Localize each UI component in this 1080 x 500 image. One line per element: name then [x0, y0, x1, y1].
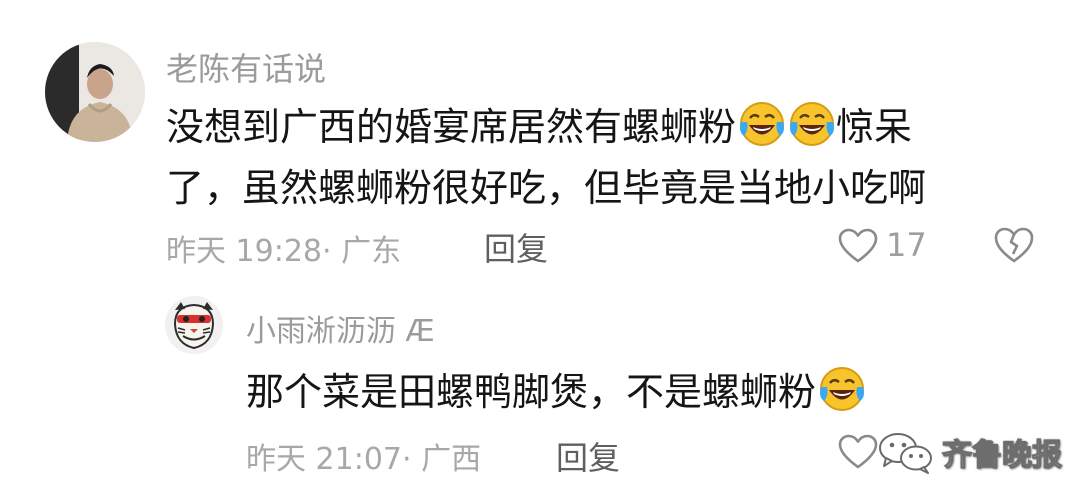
comment-text-line-2: 了，虽然螺蛳粉很好吃，但毕竟是当地小吃啊: [166, 166, 927, 210]
reply-avatar[interactable]: [165, 296, 223, 354]
broken-heart-icon[interactable]: [994, 226, 1034, 264]
laughing-crying-emoji-icon: [790, 102, 835, 146]
comment-username[interactable]: 老陈有话说: [166, 44, 326, 90]
laughing-crying-emoji-icon: [820, 367, 865, 411]
reply-text-line: 那个菜是田螺鸭脚煲，不是螺蛳粉: [246, 360, 866, 424]
comment-text-suffix: 惊呆: [836, 105, 913, 149]
tiger-avatar-image: [165, 296, 223, 354]
reply-timestamp-location: 昨天 21:07· 广西: [246, 442, 482, 477]
watermark-text: 齐鲁晚报: [941, 437, 1062, 473]
reply-username[interactable]: 小雨淅沥沥 Æ: [246, 306, 435, 350]
reply-button[interactable]: 回复: [556, 433, 620, 479]
like-count: 17: [886, 226, 927, 264]
heart-outline-icon[interactable]: [838, 434, 878, 470]
laughing-crying-emoji-icon: [740, 102, 785, 146]
comment-text: 没想到广西的婚宴席居然有螺蛳粉: [166, 105, 737, 149]
avatar[interactable]: [45, 42, 145, 142]
watermark: 齐鲁晚报: [878, 428, 1063, 476]
comment-timestamp-location: 昨天 19:28· 广东: [166, 234, 402, 269]
avatar-person-image: [45, 42, 145, 142]
reply-button[interactable]: 回复: [484, 224, 548, 270]
heart-outline-icon[interactable]: [838, 228, 878, 264]
reply-text: 那个菜是田螺鸭脚煲，不是螺蛳粉: [246, 370, 817, 414]
comment-text-line-1: 没想到广西的婚宴席居然有螺蛳粉 惊呆: [166, 95, 912, 159]
comment-thread: 老陈有话说 没想到广西的婚宴席居然有螺蛳粉 惊呆 了，虽然螺蛳粉很好吃，但毕竟是…: [0, 0, 1080, 500]
wechat-logo-icon: [879, 433, 932, 474]
